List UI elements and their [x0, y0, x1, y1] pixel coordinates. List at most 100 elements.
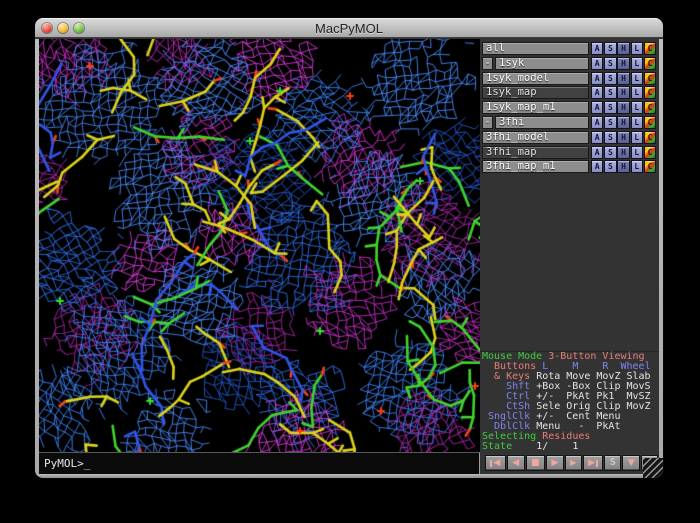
c-menu-button-3fhi_map[interactable]: C: [644, 146, 656, 159]
a-menu-button-1syk[interactable]: A: [591, 57, 603, 70]
s-menu-button-3fhi_map_m1[interactable]: S: [604, 160, 616, 173]
stop-button-glyph: ■: [531, 456, 540, 470]
state-counter-text: 1/ 1: [512, 441, 578, 452]
s-menu-button-3fhi_model[interactable]: S: [604, 131, 616, 144]
go-to-last-button[interactable]: ▶: [583, 455, 604, 471]
desktop-background: MacPyMOL ^ PyMOL>_ allASHLC-1sykASHLC1sy…: [0, 0, 700, 523]
state-counter-text: State: [482, 441, 512, 452]
command-line-input[interactable]: PyMOL>_: [39, 452, 481, 474]
h-menu-button-1syk[interactable]: H: [617, 57, 629, 70]
go-to-first-button-glyph: ◀: [493, 456, 500, 470]
s-menu-button-1syk_map[interactable]: S: [604, 86, 616, 99]
scene-button[interactable]: S: [604, 455, 621, 471]
object-row-1syk: -1sykASHLC: [480, 57, 659, 71]
c-menu-button-3fhi_model[interactable]: C: [644, 131, 656, 144]
h-menu-button-1syk_map_m1[interactable]: H: [617, 101, 629, 114]
scene-button-glyph: S: [610, 456, 616, 470]
step-forward-button-glyph: ▶: [570, 456, 576, 470]
h-menu-button-1syk_map[interactable]: H: [617, 86, 629, 99]
object-name-1syk_model[interactable]: 1syk_model: [482, 72, 589, 85]
object-row-1syk_map: 1syk_mapASHLC: [480, 86, 659, 100]
group-toggle-1syk[interactable]: -: [482, 57, 493, 70]
title-bar[interactable]: MacPyMOL: [35, 18, 663, 38]
go-to-last-button-glyph: ▶: [588, 456, 595, 470]
go-to-first-button[interactable]: ◀: [485, 455, 506, 471]
window-frame-bottom: [35, 474, 663, 478]
movie-controls: ◀◀■▶▶▶S▼F: [485, 455, 658, 471]
c-menu-button-1syk[interactable]: C: [644, 57, 656, 70]
object-row-1syk_model: 1syk_modelASHLC: [480, 72, 659, 86]
object-row-3fhi_map_m1: 3fhi_map_m1ASHLC: [480, 160, 659, 174]
s-menu-button-3fhi[interactable]: S: [604, 116, 616, 129]
l-menu-button-1syk_map[interactable]: L: [631, 86, 643, 99]
command-prompt: PyMOL>: [44, 457, 84, 470]
a-menu-button-3fhi_model[interactable]: A: [591, 131, 603, 144]
command-cursor: _: [84, 457, 91, 470]
c-menu-button-3fhi_map_m1[interactable]: C: [644, 160, 656, 173]
a-menu-button-3fhi_map[interactable]: A: [591, 146, 603, 159]
s-menu-button-1syk[interactable]: S: [604, 57, 616, 70]
object-name-1syk[interactable]: 1syk: [495, 57, 589, 70]
bar-glyph: [596, 460, 598, 467]
control-panel: allASHLC-1sykASHLC1syk_modelASHLC1syk_ma…: [480, 39, 659, 474]
object-row-3fhi: -3fhiASHLC: [480, 116, 659, 130]
play-button-glyph: ▶: [551, 456, 558, 470]
a-menu-button-1syk_map[interactable]: A: [591, 86, 603, 99]
a-menu-button-all[interactable]: A: [591, 42, 603, 55]
c-menu-button-3fhi[interactable]: C: [644, 116, 656, 129]
h-menu-button-all[interactable]: H: [617, 42, 629, 55]
state-counter[interactable]: State 1/ 1: [482, 442, 658, 452]
group-toggle-3fhi[interactable]: -: [482, 116, 493, 129]
window-title: MacPyMOL: [35, 21, 663, 36]
l-menu-button-1syk[interactable]: L: [631, 57, 643, 70]
object-row-all: allASHLC: [480, 42, 659, 56]
panel-toggle-button[interactable]: ▼: [622, 455, 640, 471]
resize-grip[interactable]: [643, 458, 663, 478]
c-menu-button-1syk_map[interactable]: C: [644, 86, 656, 99]
bar-glyph: [490, 460, 492, 467]
a-menu-button-1syk_map_m1[interactable]: A: [591, 101, 603, 114]
panel-toggle-button-glyph: ▼: [628, 456, 635, 470]
object-row-3fhi_map: 3fhi_mapASHLC: [480, 146, 659, 160]
c-menu-button-1syk_model[interactable]: C: [644, 72, 656, 85]
l-menu-button-1syk_model[interactable]: L: [631, 72, 643, 85]
step-back-button-glyph: ◀: [512, 456, 519, 470]
s-menu-button-1syk_map_m1[interactable]: S: [604, 101, 616, 114]
h-menu-button-3fhi_map_m1[interactable]: H: [617, 160, 629, 173]
step-back-button[interactable]: ◀: [507, 455, 525, 471]
macpymol-window: MacPyMOL ^ PyMOL>_ allASHLC-1sykASHLC1sy…: [35, 18, 663, 478]
mouse-mode-panel: Mouse Mode 3-Button Viewing Buttons L M …: [482, 352, 658, 452]
l-menu-button-3fhi[interactable]: L: [631, 116, 643, 129]
s-menu-button-3fhi_map[interactable]: S: [604, 146, 616, 159]
play-button[interactable]: ▶: [546, 455, 564, 471]
h-menu-button-3fhi_map[interactable]: H: [617, 146, 629, 159]
a-menu-button-3fhi_map_m1[interactable]: A: [591, 160, 603, 173]
object-name-1syk_map_m1[interactable]: 1syk_map_m1: [482, 101, 589, 114]
l-menu-button-3fhi_map_m1[interactable]: L: [631, 160, 643, 173]
object-row-1syk_map_m1: 1syk_map_m1ASHLC: [480, 101, 659, 115]
h-menu-button-1syk_model[interactable]: H: [617, 72, 629, 85]
h-menu-button-3fhi[interactable]: H: [617, 116, 629, 129]
stop-button[interactable]: ■: [526, 455, 545, 471]
object-name-1syk_map[interactable]: 1syk_map: [482, 86, 589, 99]
a-menu-button-1syk_model[interactable]: A: [591, 72, 603, 85]
object-row-3fhi_model: 3fhi_modelASHLC: [480, 131, 659, 145]
c-menu-button-all[interactable]: C: [644, 42, 656, 55]
object-name-3fhi[interactable]: 3fhi: [495, 116, 589, 129]
l-menu-button-3fhi_map[interactable]: L: [631, 146, 643, 159]
l-menu-button-all[interactable]: L: [631, 42, 643, 55]
s-menu-button-all[interactable]: S: [604, 42, 616, 55]
l-menu-button-3fhi_model[interactable]: L: [631, 131, 643, 144]
object-name-all[interactable]: all: [482, 42, 589, 55]
s-menu-button-1syk_model[interactable]: S: [604, 72, 616, 85]
l-menu-button-1syk_map_m1[interactable]: L: [631, 101, 643, 114]
h-menu-button-3fhi_model[interactable]: H: [617, 131, 629, 144]
3d-viewport[interactable]: [39, 39, 480, 452]
a-menu-button-3fhi[interactable]: A: [591, 116, 603, 129]
step-forward-button[interactable]: ▶: [565, 455, 582, 471]
object-name-3fhi_map[interactable]: 3fhi_map: [482, 146, 589, 159]
window-frame-right: [659, 39, 663, 474]
object-name-3fhi_map_m1[interactable]: 3fhi_map_m1: [482, 160, 589, 173]
object-name-3fhi_model[interactable]: 3fhi_model: [482, 131, 589, 144]
c-menu-button-1syk_map_m1[interactable]: C: [644, 101, 656, 114]
